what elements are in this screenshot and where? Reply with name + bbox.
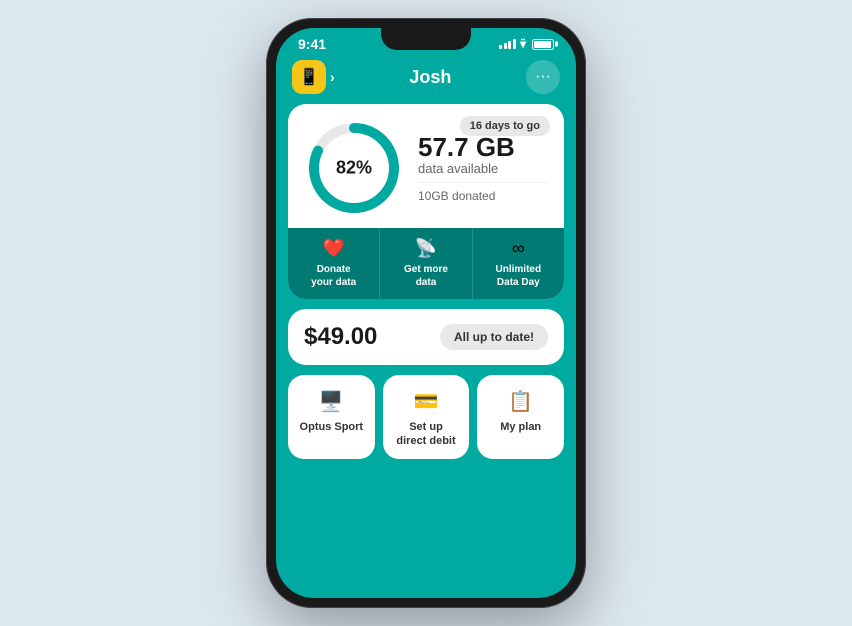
- app-header: 📱 › Josh ···: [276, 56, 576, 104]
- data-card: 16 days to go 82% 57.7 GB data available: [288, 104, 564, 299]
- days-badge: 16 days to go: [460, 116, 550, 136]
- bill-card: $49.00 All up to date!: [288, 309, 564, 365]
- donate-data-label: Donateyour data: [311, 263, 356, 289]
- tiles-row: 🖥️ Optus Sport 💳 Set updirect debit 📋 My…: [288, 375, 564, 459]
- unlimited-data-day-button[interactable]: ∞ UnlimitedData Day: [473, 228, 564, 299]
- status-time: 9:41: [298, 36, 326, 52]
- donut-chart: 82%: [304, 118, 404, 218]
- donut-percentage: 82%: [336, 158, 372, 179]
- data-available-label: data available: [418, 161, 548, 176]
- optus-sport-icon: 🖥️: [319, 389, 344, 414]
- my-plan-icon: 📋: [508, 389, 533, 414]
- wifi-icon: ▾̈: [520, 37, 526, 51]
- action-bar: ❤️ Donateyour data 📡 Get moredata ∞ Unli…: [288, 228, 564, 299]
- data-gb-amount: 57.7 GB: [418, 133, 548, 162]
- notch: [381, 28, 471, 50]
- chat-button[interactable]: ···: [526, 60, 560, 94]
- bill-amount: $49.00: [304, 323, 377, 351]
- sim-icon: 📱: [299, 67, 319, 87]
- battery-icon: [532, 39, 554, 50]
- my-plan-label: My plan: [500, 420, 541, 434]
- optus-sport-label: Optus Sport: [300, 420, 364, 434]
- phone-screen: 9:41 ▾̈ 📱 › Josh ··: [276, 28, 576, 598]
- direct-debit-label: Set updirect debit: [396, 420, 455, 449]
- infinity-icon: ∞: [512, 238, 525, 259]
- chat-icon: ···: [535, 68, 551, 86]
- unlimited-data-day-label: UnlimitedData Day: [496, 263, 542, 289]
- content-area: 16 days to go 82% 57.7 GB data available: [276, 104, 576, 598]
- signal-wave-icon: 📡: [415, 238, 437, 259]
- bill-status-badge: All up to date!: [440, 324, 548, 350]
- data-info: 57.7 GB data available 10GB donated: [418, 133, 548, 204]
- signal-bars-icon: [499, 39, 516, 49]
- get-more-data-label: Get moredata: [404, 263, 448, 289]
- header-title: Josh: [335, 67, 526, 88]
- data-divider: [418, 182, 548, 183]
- direct-debit-icon: 💳: [414, 389, 439, 414]
- sim-icon-button[interactable]: 📱: [292, 60, 326, 94]
- data-donated-text: 10GB donated: [418, 189, 548, 203]
- phone-frame: 9:41 ▾̈ 📱 › Josh ··: [266, 18, 586, 608]
- data-card-top: 16 days to go 82% 57.7 GB data available: [288, 104, 564, 228]
- heart-icon: ❤️: [322, 238, 344, 259]
- get-more-data-button[interactable]: 📡 Get moredata: [380, 228, 472, 299]
- donate-data-button[interactable]: ❤️ Donateyour data: [288, 228, 380, 299]
- direct-debit-tile[interactable]: 💳 Set updirect debit: [383, 375, 470, 459]
- status-icons: ▾̈: [499, 37, 554, 51]
- optus-sport-tile[interactable]: 🖥️ Optus Sport: [288, 375, 375, 459]
- header-left: 📱 ›: [292, 60, 335, 94]
- my-plan-tile[interactable]: 📋 My plan: [477, 375, 564, 459]
